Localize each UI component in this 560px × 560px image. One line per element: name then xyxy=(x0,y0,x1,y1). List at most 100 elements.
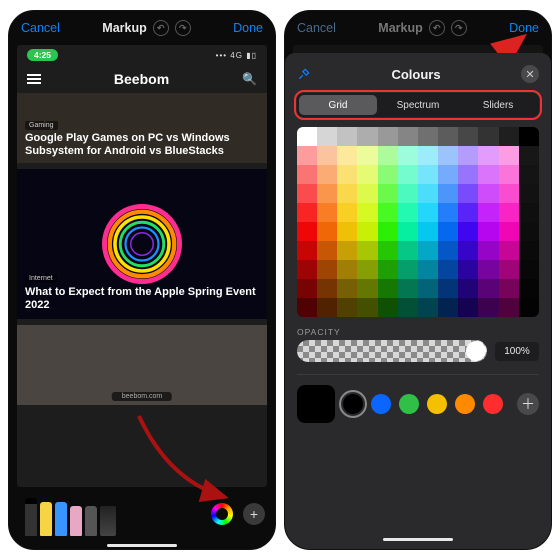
colour-cell[interactable] xyxy=(398,222,418,241)
colour-cell[interactable] xyxy=(297,298,317,317)
colour-cell[interactable] xyxy=(438,260,458,279)
colour-cell[interactable] xyxy=(458,260,478,279)
colour-cell[interactable] xyxy=(398,279,418,298)
cancel-button[interactable]: Cancel xyxy=(21,21,60,35)
close-icon[interactable]: ✕ xyxy=(521,65,539,83)
colour-cell[interactable] xyxy=(357,146,377,165)
colour-cell[interactable] xyxy=(357,279,377,298)
colour-cell[interactable] xyxy=(458,279,478,298)
undo-icon[interactable]: ↶ xyxy=(153,20,169,36)
tab-grid[interactable]: Grid xyxy=(299,95,377,115)
colour-cell[interactable] xyxy=(458,241,478,260)
colour-cell[interactable] xyxy=(357,165,377,184)
colour-cell[interactable] xyxy=(519,127,539,146)
colour-cell[interactable] xyxy=(438,203,458,222)
colour-cell[interactable] xyxy=(478,127,498,146)
colour-cell[interactable] xyxy=(297,184,317,203)
marker-tool[interactable] xyxy=(40,502,52,536)
colour-cell[interactable] xyxy=(519,165,539,184)
colour-cell[interactable] xyxy=(478,298,498,317)
colour-cell[interactable] xyxy=(499,165,519,184)
colour-cell[interactable] xyxy=(317,146,337,165)
colour-cell[interactable] xyxy=(418,279,438,298)
colour-cell[interactable] xyxy=(499,298,519,317)
colour-cell[interactable] xyxy=(519,260,539,279)
colour-cell[interactable] xyxy=(398,260,418,279)
colour-cell[interactable] xyxy=(378,203,398,222)
tab-spectrum[interactable]: Spectrum xyxy=(379,95,457,115)
tab-sliders[interactable]: Sliders xyxy=(459,95,537,115)
colour-cell[interactable] xyxy=(398,146,418,165)
colour-cell[interactable] xyxy=(337,241,357,260)
opacity-knob[interactable] xyxy=(466,341,486,361)
colour-cell[interactable] xyxy=(297,203,317,222)
colour-cell[interactable] xyxy=(317,279,337,298)
colour-cell[interactable] xyxy=(378,260,398,279)
colour-cell[interactable] xyxy=(337,165,357,184)
colour-cell[interactable] xyxy=(297,127,317,146)
colour-cell[interactable] xyxy=(398,203,418,222)
colour-cell[interactable] xyxy=(438,127,458,146)
colour-picker-button[interactable] xyxy=(211,503,233,525)
colour-cell[interactable] xyxy=(418,184,438,203)
colour-cell[interactable] xyxy=(519,298,539,317)
redo-icon[interactable]: ↷ xyxy=(175,20,191,36)
colour-cell[interactable] xyxy=(378,165,398,184)
colour-cell[interactable] xyxy=(317,203,337,222)
colour-cell[interactable] xyxy=(317,184,337,203)
colour-cell[interactable] xyxy=(337,203,357,222)
colour-cell[interactable] xyxy=(519,184,539,203)
eyedropper-icon[interactable] xyxy=(297,67,311,81)
colour-cell[interactable] xyxy=(418,203,438,222)
colour-cell[interactable] xyxy=(297,279,317,298)
colour-cell[interactable] xyxy=(519,222,539,241)
colour-cell[interactable] xyxy=(499,260,519,279)
add-swatch-button[interactable]: ＋ xyxy=(517,393,539,415)
colour-cell[interactable] xyxy=(337,298,357,317)
colour-cell[interactable] xyxy=(317,298,337,317)
colour-cell[interactable] xyxy=(317,241,337,260)
colour-cell[interactable] xyxy=(499,203,519,222)
colour-cell[interactable] xyxy=(438,222,458,241)
colour-cell[interactable] xyxy=(438,279,458,298)
colour-cell[interactable] xyxy=(297,260,317,279)
colour-swatch[interactable] xyxy=(483,394,503,414)
colour-cell[interactable] xyxy=(499,146,519,165)
colour-cell[interactable] xyxy=(357,203,377,222)
colour-cell[interactable] xyxy=(458,165,478,184)
colour-cell[interactable] xyxy=(438,298,458,317)
colour-cell[interactable] xyxy=(478,279,498,298)
colour-cell[interactable] xyxy=(519,203,539,222)
eraser-tool[interactable] xyxy=(70,506,82,536)
colour-cell[interactable] xyxy=(378,222,398,241)
colour-cell[interactable] xyxy=(458,127,478,146)
opacity-slider[interactable] xyxy=(297,340,487,362)
colour-cell[interactable] xyxy=(398,127,418,146)
colour-cell[interactable] xyxy=(499,222,519,241)
colour-cell[interactable] xyxy=(438,241,458,260)
colour-cell[interactable] xyxy=(418,241,438,260)
colour-cell[interactable] xyxy=(357,222,377,241)
colour-cell[interactable] xyxy=(478,146,498,165)
colour-cell[interactable] xyxy=(499,279,519,298)
colour-cell[interactable] xyxy=(357,127,377,146)
colour-cell[interactable] xyxy=(378,146,398,165)
colour-cell[interactable] xyxy=(378,279,398,298)
colour-cell[interactable] xyxy=(337,279,357,298)
colour-grid[interactable] xyxy=(297,127,539,317)
ruler-tool[interactable] xyxy=(100,506,116,536)
colour-cell[interactable] xyxy=(378,127,398,146)
colour-cell[interactable] xyxy=(398,298,418,317)
colour-cell[interactable] xyxy=(519,146,539,165)
colour-cell[interactable] xyxy=(438,184,458,203)
colour-cell[interactable] xyxy=(378,241,398,260)
colour-cell[interactable] xyxy=(499,127,519,146)
colour-cell[interactable] xyxy=(418,146,438,165)
add-button[interactable]: + xyxy=(243,503,265,525)
colour-cell[interactable] xyxy=(418,165,438,184)
colour-cell[interactable] xyxy=(357,184,377,203)
colour-swatch[interactable] xyxy=(371,394,391,414)
colour-swatch[interactable] xyxy=(427,394,447,414)
colour-cell[interactable] xyxy=(478,184,498,203)
colour-cell[interactable] xyxy=(337,222,357,241)
